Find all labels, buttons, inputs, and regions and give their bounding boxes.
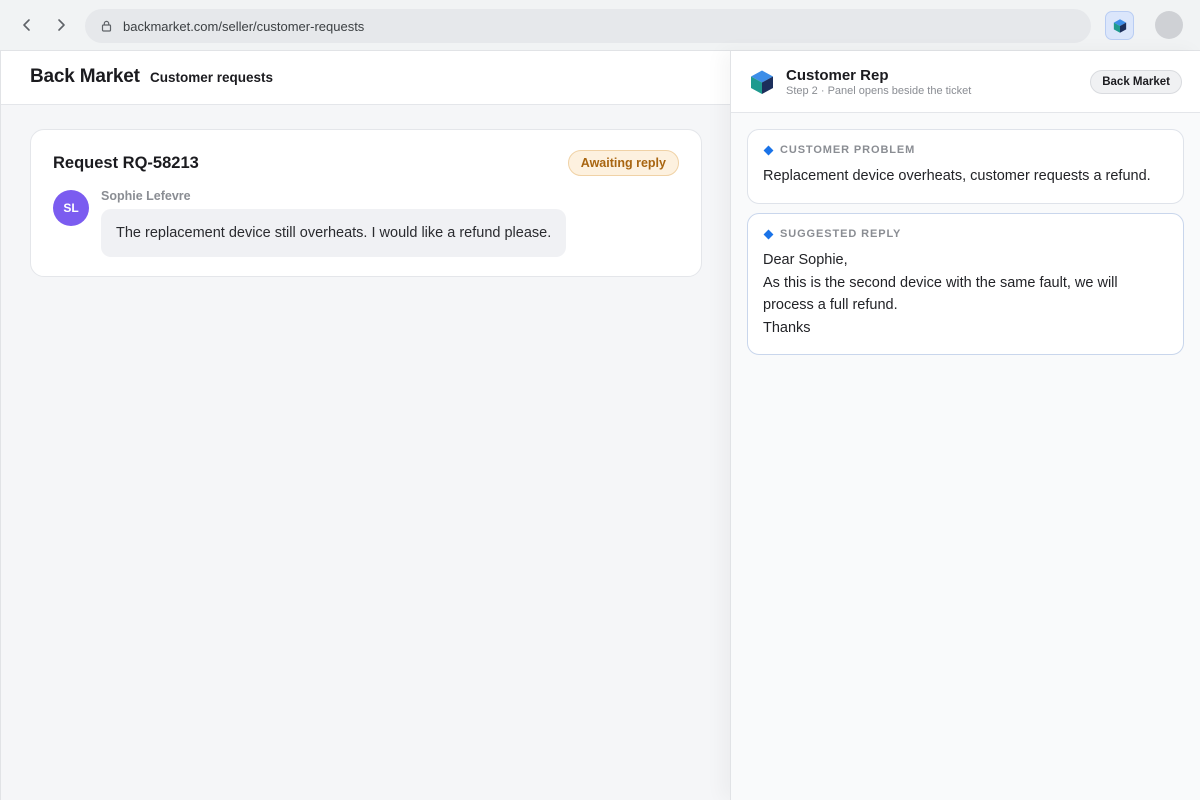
chevron-left-icon — [23, 19, 30, 31]
diamond-icon — [763, 145, 774, 155]
sender-name: Sophie Lefevre — [101, 189, 191, 203]
suggested-reply-line-greeting[interactable]: Dear Sophie, — [763, 249, 1168, 272]
card-label: CUSTOMER PROBLEM — [763, 144, 1168, 156]
customer-problem-card: CUSTOMER PROBLEM Replacement device over… — [747, 129, 1184, 204]
request-title: Request RQ-58213 — [53, 154, 199, 172]
profile-avatar[interactable] — [1155, 11, 1183, 39]
cube-icon — [1113, 18, 1126, 33]
customer-problem-text: Replacement device overheats, customer r… — [763, 168, 1151, 184]
suggested-reply-label: SUGGESTED REPLY — [780, 228, 902, 240]
message-bubble: The replacement device still overheats. … — [101, 209, 567, 257]
seller-page: Back Market Customer requests Request RQ… — [0, 51, 731, 800]
address-bar[interactable]: backmarket.com/seller/customer-requests — [85, 9, 1091, 43]
panel-header: Customer Rep Step 2 · Panel opens beside… — [731, 51, 1200, 113]
suggested-reply-line-body[interactable]: As this is the second device with the sa… — [763, 272, 1168, 317]
back-button[interactable] — [12, 10, 42, 40]
extension-button[interactable] — [1105, 11, 1134, 40]
site-header: Back Market Customer requests — [1, 51, 731, 105]
panel-title: Customer Rep — [786, 67, 889, 84]
brand-logo-text[interactable]: Back Market — [30, 66, 140, 88]
request-card: Request RQ-58213 Awaiting reply SL Sophi… — [30, 129, 702, 277]
avatar: SL — [53, 190, 89, 226]
store-chip[interactable]: Back Market — [1090, 70, 1182, 94]
status-badge: Awaiting reply — [567, 150, 679, 176]
chevron-right-icon — [58, 19, 65, 31]
lock-icon — [101, 20, 113, 32]
customer-problem-label: CUSTOMER PROBLEM — [780, 144, 916, 156]
side-panel: Customer Rep Step 2 · Panel opens beside… — [730, 51, 1200, 800]
cube-logo-icon — [751, 70, 773, 94]
diamond-icon — [763, 229, 774, 239]
panel-subtitle: Step 2 · Panel opens beside the ticket — [786, 85, 972, 97]
browser-toolbar: backmarket.com/seller/customer-requests — [0, 0, 1200, 51]
nav-customer-requests[interactable]: Customer requests — [150, 70, 273, 85]
suggested-reply-card: SUGGESTED REPLY Dear Sophie, As this is … — [747, 213, 1184, 355]
suggested-reply-line-signoff[interactable]: Thanks — [763, 317, 1168, 340]
forward-button[interactable] — [46, 10, 76, 40]
url-text: backmarket.com/seller/customer-requests — [123, 18, 365, 34]
card-label: SUGGESTED REPLY — [763, 228, 1168, 240]
